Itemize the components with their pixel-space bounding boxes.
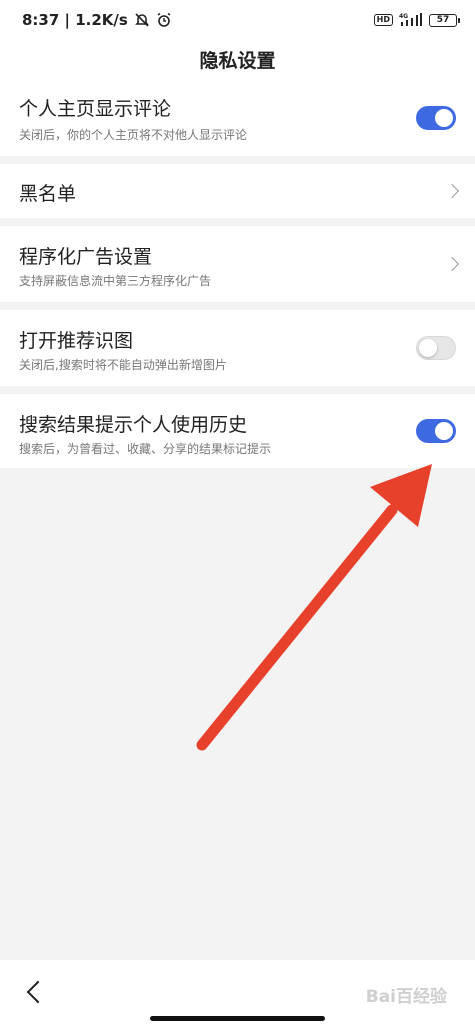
back-chevron-icon[interactable] bbox=[26, 980, 50, 1004]
arrow-shaft bbox=[196, 504, 398, 751]
home-indicator[interactable] bbox=[150, 1016, 325, 1021]
watermark: Bai百经验 bbox=[365, 987, 447, 1007]
red-arrow-annotation bbox=[196, 464, 432, 751]
